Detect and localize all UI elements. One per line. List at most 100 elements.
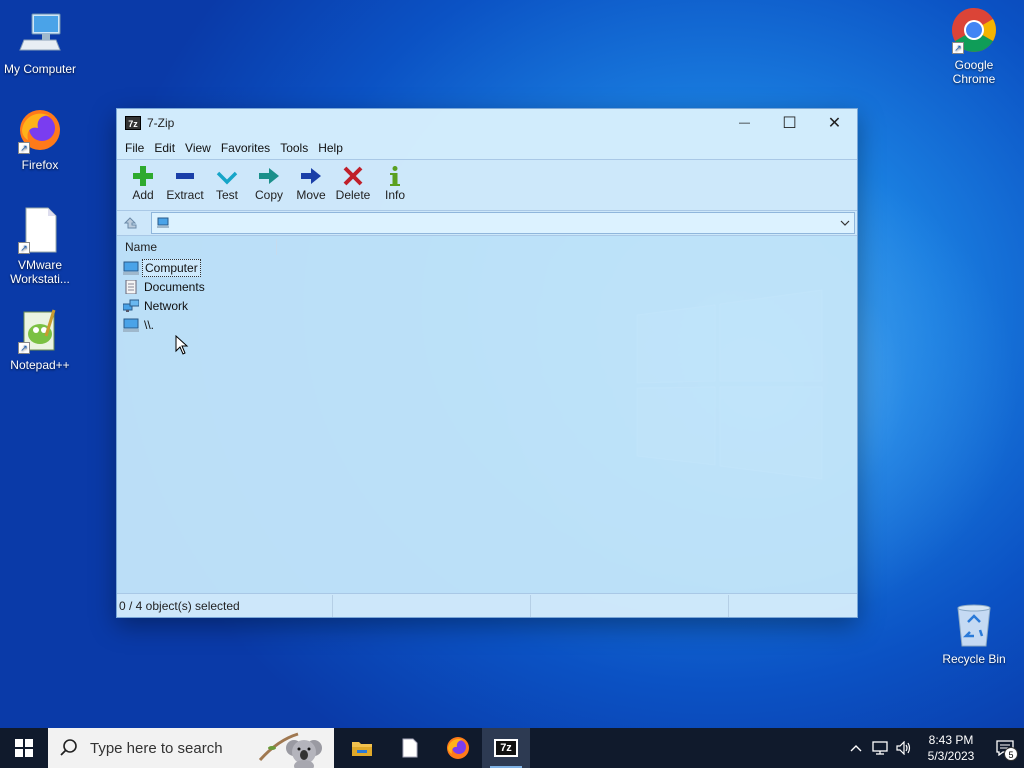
taskbar-search-box[interactable]: Type here to search bbox=[48, 728, 334, 768]
window-titlebar[interactable]: 7z 7-Zip — ☐ ✕ bbox=[117, 109, 857, 137]
koala-illustration-icon bbox=[258, 732, 322, 768]
file-row-network[interactable]: Network bbox=[117, 296, 857, 315]
windows-logo-icon bbox=[15, 739, 33, 757]
up-folder-button[interactable] bbox=[119, 213, 141, 233]
desktop-icon-firefox[interactable]: ↗ Firefox bbox=[0, 106, 80, 172]
status-cell-2 bbox=[333, 594, 531, 617]
document-icon: ↗ bbox=[16, 206, 64, 254]
copy-button[interactable]: Copy bbox=[248, 164, 290, 206]
computer-icon bbox=[16, 10, 64, 58]
shortcut-arrow-icon: ↗ bbox=[18, 242, 30, 254]
delete-button[interactable]: Delete bbox=[332, 164, 374, 206]
file-row-documents[interactable]: Documents bbox=[117, 277, 857, 296]
show-hidden-icons-button[interactable] bbox=[844, 728, 868, 768]
up-arrow-icon bbox=[123, 217, 137, 229]
file-name: Computer bbox=[142, 258, 201, 277]
address-input[interactable] bbox=[151, 212, 855, 234]
status-selection: 0 / 4 object(s) selected bbox=[117, 594, 333, 617]
move-icon bbox=[300, 164, 322, 188]
desktop-icon-label: Recycle Bin bbox=[942, 652, 1006, 666]
file-name: Network bbox=[144, 298, 189, 313]
notepad-plus-plus-icon: ↗ bbox=[16, 306, 64, 354]
menu-favorites[interactable]: Favorites bbox=[216, 137, 275, 159]
desktop-icon-vmware[interactable]: ↗ VMware Workstati... bbox=[0, 206, 80, 286]
close-button[interactable]: ✕ bbox=[812, 109, 857, 137]
add-icon bbox=[132, 164, 154, 188]
computer-icon bbox=[123, 318, 139, 332]
desktop-icon-label: Notepad++ bbox=[10, 358, 70, 372]
speaker-icon bbox=[896, 741, 911, 755]
start-button[interactable] bbox=[0, 728, 48, 768]
action-center-button[interactable]: 5 bbox=[986, 728, 1024, 768]
7zip-logo-icon: 7z bbox=[125, 116, 141, 130]
info-button[interactable]: Info bbox=[374, 164, 416, 206]
7zip-window: 7z 7-Zip — ☐ ✕ File Edit View Favorites … bbox=[116, 108, 858, 618]
file-list[interactable]: Name Computer Documents Network \\. bbox=[117, 235, 857, 594]
menu-view[interactable]: View bbox=[180, 137, 216, 159]
toolbar: Add Extract Test Copy Move Delete Info bbox=[117, 159, 857, 211]
taskbar: Type here to search 7z 8:43 PM 5/3/2023 … bbox=[0, 728, 1024, 768]
taskbar-file-explorer[interactable] bbox=[338, 728, 386, 768]
network-icon bbox=[123, 299, 139, 312]
documents-icon bbox=[125, 279, 137, 294]
taskbar-notepad[interactable] bbox=[386, 728, 434, 768]
firefox-icon bbox=[447, 737, 469, 759]
chevron-up-icon bbox=[850, 745, 862, 752]
extract-button[interactable]: Extract bbox=[164, 164, 206, 206]
window-title: 7-Zip bbox=[147, 116, 175, 130]
desktop-icon-notepad-plus-plus[interactable]: ↗ Notepad++ bbox=[0, 306, 80, 372]
taskbar-7zip[interactable]: 7z bbox=[482, 728, 530, 768]
desktop-icon-label: VMware Workstati... bbox=[10, 258, 70, 286]
info-icon bbox=[384, 164, 406, 188]
add-button[interactable]: Add bbox=[122, 164, 164, 206]
desktop-icon-label: Firefox bbox=[21, 158, 59, 172]
file-name: \\. bbox=[144, 317, 155, 332]
test-button[interactable]: Test bbox=[206, 164, 248, 206]
file-row-computer[interactable]: Computer bbox=[117, 258, 857, 277]
minimize-button[interactable]: — bbox=[722, 109, 767, 137]
desktop-icon-label: Google Chrome bbox=[952, 58, 996, 86]
search-icon bbox=[60, 739, 77, 756]
menu-tools[interactable]: Tools bbox=[275, 137, 313, 159]
clock-time: 8:43 PM bbox=[928, 733, 974, 747]
shortcut-arrow-icon: ↗ bbox=[18, 142, 30, 154]
recycle-bin-icon bbox=[950, 600, 998, 648]
column-header: Name bbox=[117, 236, 857, 258]
column-name-header[interactable]: Name bbox=[117, 239, 277, 255]
volume-tray-button[interactable] bbox=[892, 728, 916, 768]
chevron-down-icon bbox=[840, 220, 850, 226]
file-row-device-path[interactable]: \\. bbox=[117, 315, 857, 334]
notification-count-badge: 5 bbox=[1004, 747, 1018, 761]
7zip-icon: 7z bbox=[494, 739, 518, 757]
status-cell-3 bbox=[531, 594, 729, 617]
taskbar-firefox[interactable] bbox=[434, 728, 482, 768]
move-button[interactable]: Move bbox=[290, 164, 332, 206]
copy-icon bbox=[258, 164, 280, 188]
menu-file[interactable]: File bbox=[120, 137, 149, 159]
desktop-icon-my-computer[interactable]: My Computer bbox=[0, 10, 80, 76]
computer-small-icon bbox=[157, 217, 169, 228]
folder-icon bbox=[352, 742, 372, 756]
clock-date: 5/3/2023 bbox=[927, 749, 975, 763]
file-name: Documents bbox=[144, 279, 205, 294]
address-bar bbox=[117, 211, 857, 235]
network-tray-button[interactable] bbox=[868, 728, 892, 768]
search-placeholder: Type here to search bbox=[90, 739, 223, 757]
status-bar: 0 / 4 object(s) selected bbox=[117, 593, 857, 617]
maximize-button[interactable]: ☐ bbox=[767, 109, 812, 137]
delete-icon bbox=[342, 164, 364, 188]
shortcut-arrow-icon: ↗ bbox=[952, 42, 964, 54]
extract-icon bbox=[174, 164, 196, 188]
menu-edit[interactable]: Edit bbox=[149, 137, 180, 159]
desktop-icon-label: My Computer bbox=[3, 62, 77, 76]
desktop-icon-google-chrome[interactable]: ↗ Google Chrome bbox=[934, 6, 1014, 86]
desktop-icon-recycle-bin[interactable]: Recycle Bin bbox=[934, 600, 1014, 666]
firefox-icon: ↗ bbox=[16, 106, 64, 154]
taskbar-clock[interactable]: 8:43 PM 5/3/2023 bbox=[916, 732, 986, 764]
chrome-icon: ↗ bbox=[950, 6, 998, 54]
menu-help[interactable]: Help bbox=[313, 137, 348, 159]
document-icon bbox=[402, 738, 418, 758]
address-dropdown-button[interactable] bbox=[838, 215, 852, 231]
computer-icon bbox=[123, 261, 139, 275]
mouse-cursor-icon bbox=[175, 335, 189, 355]
